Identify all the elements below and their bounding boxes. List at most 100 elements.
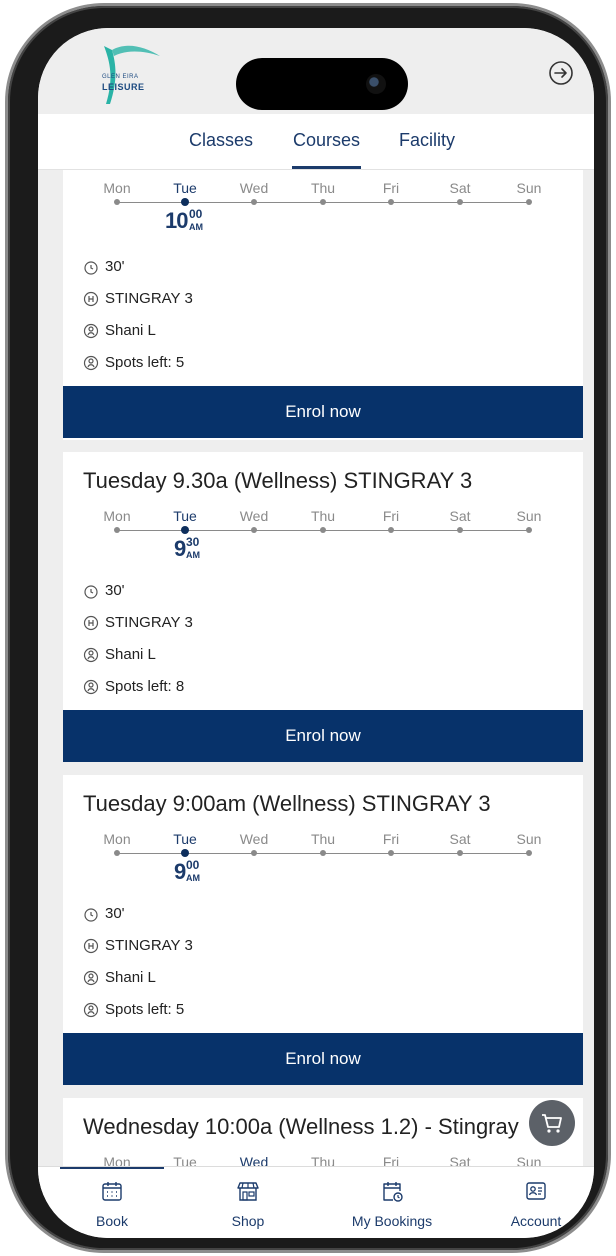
instructor-row: Shani L bbox=[83, 646, 156, 663]
weekday-strip: Mon Tue Wed Thu Fri Sat Sun 9 bbox=[63, 831, 583, 891]
spots-icon bbox=[83, 355, 99, 370]
course-card: Tuesday 9:00am (Wellness) STINGRAY 3 Mon… bbox=[63, 775, 583, 1085]
glen-eira-leisure-logo[interactable]: GLEN EIRA LEISURE bbox=[88, 38, 168, 108]
day-label-sat: Sat bbox=[449, 508, 471, 524]
day-label-thu: Thu bbox=[310, 180, 336, 196]
spots-row: Spots left: 8 bbox=[83, 678, 184, 695]
instructor-icon bbox=[83, 323, 99, 338]
location-row: STINGRAY 3 bbox=[83, 290, 193, 307]
nav-item-book[interactable]: Book bbox=[52, 1167, 172, 1238]
day-dot bbox=[457, 527, 463, 533]
day-label-fri: Fri bbox=[382, 1154, 400, 1166]
nav-item-my-bookings[interactable]: My Bookings bbox=[332, 1167, 452, 1238]
nav-label-book: Book bbox=[96, 1213, 128, 1229]
day-dot bbox=[526, 527, 532, 533]
day-label-fri: Fri bbox=[382, 508, 400, 524]
course-title[interactable]: Wednesday 10:00a (Wellness 1.2) - Stingr… bbox=[83, 1114, 519, 1140]
instructor-icon bbox=[83, 647, 99, 662]
tab-facility[interactable]: Facility bbox=[399, 130, 455, 151]
spots-row: Spots left: 5 bbox=[83, 1001, 184, 1018]
camera-icon bbox=[366, 74, 386, 94]
day-dot bbox=[251, 527, 257, 533]
tab-courses[interactable]: Courses bbox=[293, 130, 360, 151]
logout-icon[interactable] bbox=[548, 60, 574, 86]
day-label-thu: Thu bbox=[310, 831, 336, 847]
spots-icon bbox=[83, 679, 99, 694]
location-row: STINGRAY 3 bbox=[83, 614, 193, 631]
day-label-fri: Fri bbox=[382, 180, 400, 196]
weekday-strip: Mon Tue Wed Thu Fri Sat Sun 10 00 AM bbox=[63, 180, 583, 240]
nav-label-my-bookings: My Bookings bbox=[351, 1213, 433, 1229]
class-time: 10 00 AM bbox=[165, 207, 203, 233]
day-dot-active bbox=[181, 526, 189, 534]
course-title[interactable]: Tuesday 9:00am (Wellness) STINGRAY 3 bbox=[83, 791, 491, 817]
instructor-row: Shani L bbox=[83, 969, 156, 986]
location-row: STINGRAY 3 bbox=[83, 937, 193, 954]
day-dot bbox=[320, 850, 326, 856]
tab-classes[interactable]: Classes bbox=[189, 130, 253, 151]
alarm-clock-icon bbox=[84, 260, 98, 275]
tab-active-indicator bbox=[292, 166, 361, 169]
shopping-cart-icon bbox=[542, 1114, 562, 1133]
day-dot bbox=[388, 527, 394, 533]
day-dot bbox=[457, 199, 463, 205]
day-dot-active bbox=[181, 849, 189, 857]
course-card: Wednesday 10:00a (Wellness 1.2) - Stingr… bbox=[63, 1098, 583, 1166]
app-screen: GLEN EIRA LEISURE Classes Courses Facili… bbox=[38, 28, 594, 1238]
day-dot-active bbox=[181, 198, 189, 206]
dynamic-island bbox=[236, 58, 408, 110]
day-label-thu: Thu bbox=[310, 1154, 336, 1166]
day-label-fri: Fri bbox=[382, 831, 400, 847]
day-label-wed: Wed bbox=[239, 508, 269, 524]
day-label-tue: Tue bbox=[173, 1154, 197, 1166]
category-tabs: Classes Courses Facility bbox=[38, 114, 594, 170]
day-label-mon: Mon bbox=[103, 831, 131, 847]
day-label-tue: Tue bbox=[173, 508, 197, 524]
day-label-sun: Sun bbox=[516, 180, 542, 196]
spots-row: Spots left: 5 bbox=[83, 354, 184, 371]
storefront-icon bbox=[237, 1182, 259, 1201]
day-dot bbox=[457, 850, 463, 856]
instructor-row: Shani L bbox=[83, 322, 156, 339]
day-dot bbox=[114, 199, 120, 205]
alarm-clock-icon bbox=[84, 907, 98, 922]
day-dot bbox=[251, 850, 257, 856]
enrol-now-button[interactable]: Enrol now bbox=[63, 386, 583, 438]
course-title[interactable]: Tuesday 9.30a (Wellness) STINGRAY 3 bbox=[83, 468, 472, 494]
day-label-sat: Sat bbox=[449, 1154, 471, 1166]
instructor-icon bbox=[83, 970, 99, 985]
day-dot bbox=[320, 527, 326, 533]
day-dot bbox=[526, 850, 532, 856]
day-label-mon: Mon bbox=[103, 180, 131, 196]
course-card: Tuesday 9.30a (Wellness) STINGRAY 3 Mon … bbox=[63, 452, 583, 762]
duration-row: 30' bbox=[83, 905, 125, 922]
day-dot bbox=[114, 527, 120, 533]
day-dot bbox=[320, 199, 326, 205]
duration-row: 30' bbox=[83, 258, 125, 275]
day-label-sun: Sun bbox=[516, 1154, 542, 1166]
nav-label-account: Account bbox=[510, 1213, 562, 1229]
nav-item-shop[interactable]: Shop bbox=[188, 1167, 308, 1238]
day-label-mon: Mon bbox=[103, 1154, 131, 1166]
class-time: 9 30 AM bbox=[174, 535, 200, 561]
app-header: GLEN EIRA LEISURE bbox=[38, 28, 594, 114]
duration-row: 30' bbox=[83, 582, 125, 599]
nav-item-account[interactable]: Account bbox=[476, 1167, 594, 1238]
course-card: Mon Tue Wed Thu Fri Sat Sun 10 00 AM 30'… bbox=[63, 170, 583, 440]
course-list[interactable]: Mon Tue Wed Thu Fri Sat Sun 10 00 AM 30'… bbox=[38, 170, 594, 1166]
day-dot bbox=[388, 850, 394, 856]
nav-label-shop: Shop bbox=[231, 1213, 265, 1229]
day-label-tue: Tue bbox=[173, 180, 197, 196]
enrol-now-button[interactable]: Enrol now bbox=[63, 1033, 583, 1085]
weekday-strip: Mon Tue Wed Thu Fri Sat Sun bbox=[63, 1154, 583, 1166]
cart-button[interactable] bbox=[529, 1100, 575, 1146]
day-label-sat: Sat bbox=[449, 831, 471, 847]
weekday-strip: Mon Tue Wed Thu Fri Sat Sun 9 bbox=[63, 508, 583, 568]
location-icon bbox=[83, 615, 99, 630]
id-card-icon bbox=[526, 1182, 546, 1200]
day-label-wed: Wed bbox=[239, 831, 269, 847]
day-dot bbox=[526, 199, 532, 205]
enrol-now-button[interactable]: Enrol now bbox=[63, 710, 583, 762]
location-icon bbox=[83, 291, 99, 306]
logo-text-big: LEISURE bbox=[102, 82, 145, 92]
